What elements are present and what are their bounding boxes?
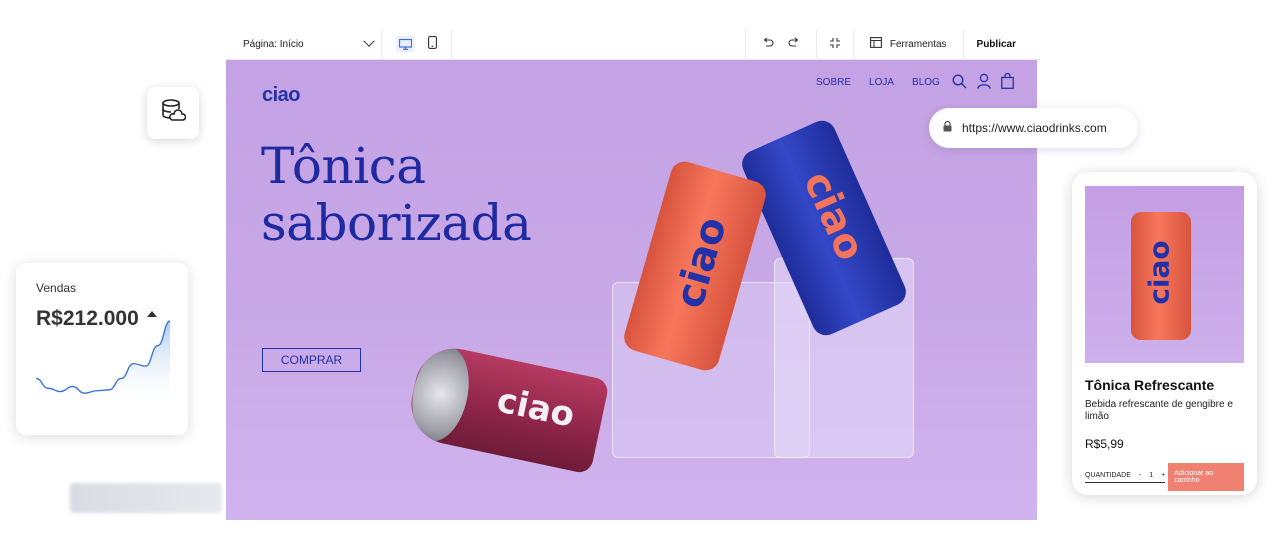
tools-icon	[869, 37, 882, 51]
quantity-label: QUANTIDADE	[1085, 471, 1131, 479]
chevron-down-icon	[363, 35, 375, 47]
can-red: ciao	[404, 341, 610, 475]
buy-button[interactable]: COMPRAR	[262, 348, 361, 372]
zoom-out-icon	[829, 37, 841, 52]
url-bar[interactable]: https://www.ciaodrinks.com	[929, 108, 1138, 148]
headline-line-1: Tônica	[261, 137, 426, 195]
url-text: https://www.ciaodrinks.com	[962, 121, 1107, 135]
can-blue-brand: ciao	[794, 164, 874, 268]
mobile-icon[interactable]	[428, 36, 437, 52]
can-red-lid	[404, 341, 477, 447]
cart-icon[interactable]	[1001, 72, 1014, 94]
editor-stage: Página: Início Ferramentas Publicar ciao…	[0, 0, 1271, 547]
database-icon	[160, 98, 187, 129]
device-switcher	[382, 29, 452, 59]
product-price: R$5,99	[1085, 437, 1124, 451]
topbar-spacer	[452, 29, 746, 59]
hero-headline: Tônica saborizada	[261, 137, 532, 252]
editor-topbar: Página: Início Ferramentas Publicar	[226, 29, 1040, 60]
zoom-out-button[interactable]	[817, 29, 854, 59]
product-description: Bebida refrescante de gengibre e limão	[1085, 399, 1233, 422]
product-image[interactable]: ciao	[1085, 186, 1244, 363]
quantity-stepper[interactable]: QUANTIDADE - 1 +	[1085, 471, 1166, 483]
lock-icon	[943, 120, 952, 135]
product-title: Tônica Refrescante	[1085, 377, 1215, 393]
undo-icon[interactable]	[762, 37, 774, 51]
headline-line-2: saborizada	[261, 194, 532, 252]
sparkline-area	[36, 321, 170, 407]
add-to-cart-button[interactable]: Adicionar ao carrinho	[1168, 463, 1244, 491]
nav-item-sobre[interactable]: SOBRE	[816, 77, 851, 88]
redo-icon[interactable]	[788, 37, 800, 51]
product-can-brand: ciao	[1142, 240, 1176, 305]
mobile-product-card: ciao Tônica Refrescante Bebida refrescan…	[1072, 172, 1257, 495]
can-red-brand: ciao	[493, 380, 579, 436]
nav-item-loja[interactable]: LOJA	[869, 77, 894, 88]
search-icon[interactable]	[952, 73, 967, 94]
quantity-value: 1	[1149, 471, 1154, 479]
tools-label: Ferramentas	[889, 38, 947, 50]
site-canvas: ciao SOBRE LOJA BLOG Tônica saborizada C…	[226, 60, 1037, 520]
database-card[interactable]	[147, 87, 199, 139]
blurred-text	[70, 483, 222, 513]
quantity-plus[interactable]: +	[1161, 472, 1165, 479]
page-selector-label: Página: Início	[243, 38, 304, 50]
sales-label: Vendas	[36, 281, 77, 295]
sales-card: Vendas R$212.000	[16, 263, 188, 435]
site-logo[interactable]: ciao	[262, 84, 301, 107]
tools-button[interactable]: Ferramentas	[854, 29, 964, 59]
desktop-icon[interactable]	[396, 36, 414, 52]
undo-redo-group	[746, 29, 817, 59]
can-orange-brand: ciao	[666, 212, 736, 314]
sales-sparkline	[35, 320, 171, 407]
nav-item-blog[interactable]: BLOG	[912, 77, 940, 88]
quantity-row: QUANTIDADE - 1 + Adicionar ao carrinho	[1085, 463, 1244, 491]
site-nav-icons	[952, 72, 1014, 94]
page-selector[interactable]: Página: Início	[226, 29, 382, 59]
site-nav: SOBRE LOJA BLOG	[816, 77, 940, 88]
publish-button[interactable]: Publicar	[964, 39, 1040, 50]
quantity-minus[interactable]: -	[1139, 472, 1141, 479]
user-icon[interactable]	[977, 73, 991, 94]
